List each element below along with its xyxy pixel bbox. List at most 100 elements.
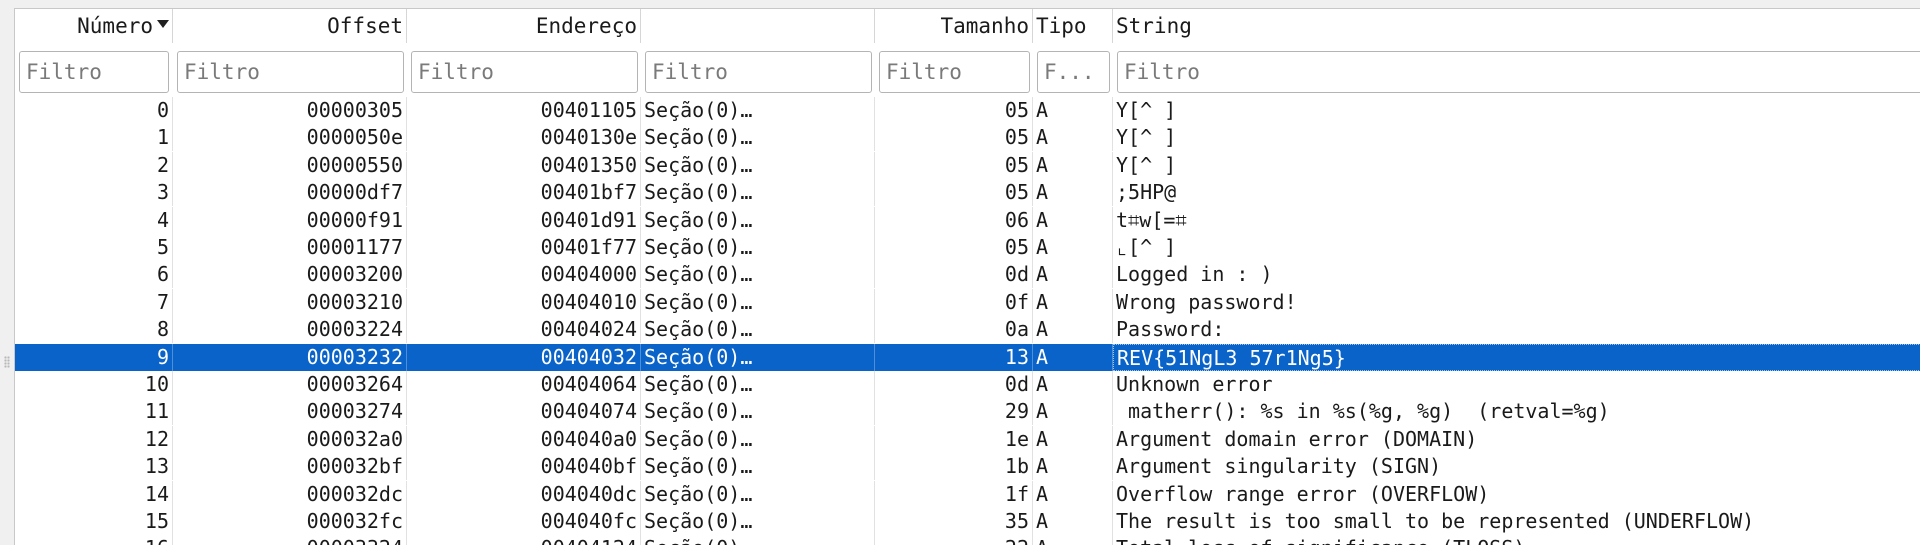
column-header-tamanho[interactable]: Tamanho	[875, 9, 1033, 43]
cell-offset: 00000df7	[173, 179, 407, 207]
filter-input-secao[interactable]	[645, 51, 872, 93]
column-header-label: Endereço	[535, 14, 637, 38]
cell-string: Argument singularity (SIGN)	[1116, 454, 1442, 479]
table-row[interactable]: 11 00003274 00404074 Seção(0)… 29 A matherr()…	[15, 398, 1920, 426]
cell-offset: 00000550	[173, 151, 407, 179]
cell-string: Overflow range error (OVERFLOW)	[1116, 481, 1490, 506]
cell-secao: Seção(0)…	[641, 288, 875, 316]
cell-numero: 9	[15, 343, 173, 371]
filter-input-numero[interactable]	[19, 51, 169, 93]
cell-secao: Seção(0)…	[641, 371, 875, 398]
cell-tamanho: 05	[875, 124, 1033, 152]
cell-endereco: 004040dc	[407, 480, 641, 508]
table-header: Número Offset Endereço Tamanho Tipo Stri…	[15, 9, 1920, 44]
cell-endereco: 004040fc	[407, 508, 641, 535]
cell-numero: 14	[15, 480, 173, 508]
cell-tipo: A	[1033, 343, 1113, 371]
filter-input-string[interactable]	[1117, 51, 1920, 93]
cell-tipo: A	[1033, 206, 1113, 234]
column-header-numero[interactable]: Número	[15, 9, 173, 43]
cell-offset: 00001177	[173, 234, 407, 261]
cell-tipo: A	[1033, 179, 1113, 207]
cell-endereco: 00401bf7	[407, 179, 641, 207]
cell-tamanho: 0f	[875, 288, 1033, 316]
table-row[interactable]: 14 000032dc 004040dc Seção(0)… 1f A Overflow r…	[15, 480, 1920, 508]
cell-numero: 13	[15, 453, 173, 481]
cell-numero: 7	[15, 288, 173, 316]
table-row[interactable]: 4 00000f91 00401d91 Seção(0)… 06 At⌗w[=⌗	[15, 206, 1920, 234]
cell-tamanho: 05	[875, 97, 1033, 124]
cell-tamanho: 05	[875, 179, 1033, 207]
cell-string: Password:	[1116, 317, 1225, 342]
cell-offset: 000032dc	[173, 480, 407, 508]
cell-tamanho: 05	[875, 234, 1033, 261]
cell-tipo: A	[1033, 261, 1113, 289]
sort-down-arrow-icon	[157, 20, 169, 28]
cell-secao: Seção(0)…	[641, 480, 875, 508]
cell-tamanho: 1b	[875, 453, 1033, 481]
cell-endereco: 00404074	[407, 398, 641, 426]
filter-row	[15, 43, 1920, 95]
table-row[interactable]: 1 0000050e 0040130e Seção(0)… 05 A Y[^ ]	[15, 124, 1920, 152]
column-header-label: Offset	[327, 14, 403, 38]
filter-input-endereco[interactable]	[411, 51, 638, 93]
cell-numero: 1	[15, 124, 173, 152]
cell-numero: 6	[15, 261, 173, 289]
table-row[interactable]: 15 000032fc 004040fc Seção(0)… 35 A The result…	[15, 508, 1920, 535]
table-row[interactable]: 9 00003232 00404032 Seção(0)… 13 A REV{51NgL3 …	[15, 343, 1920, 371]
table-row[interactable]: 0 00000305 00401105 Seção(0)… 05 A Y[^ ]	[15, 97, 1920, 124]
cell-offset: 00000f91	[173, 206, 407, 234]
cell-string: ⌞[^ ]	[1116, 235, 1177, 259]
cell-numero: 15	[15, 508, 173, 535]
column-header-offset[interactable]: Offset	[173, 9, 407, 43]
cell-tamanho: 0a	[875, 316, 1033, 344]
column-header-label: Número	[77, 14, 153, 38]
cell-string: t⌗w[=⌗	[1116, 207, 1187, 232]
cell-string: The result is too small to be represente…	[1116, 509, 1755, 533]
table-row[interactable]: 6 00003200 00404000 Seção(0)… 0d A Logged in :…	[15, 261, 1920, 289]
filter-input-tamanho[interactable]	[879, 51, 1030, 93]
cell-secao: Seção(0)…	[641, 316, 875, 344]
cell-endereco: 00401105	[407, 97, 641, 124]
filter-input-tipo[interactable]	[1037, 51, 1110, 93]
cell-numero: 3	[15, 179, 173, 207]
table-row[interactable]: 3 00000df7 00401bf7 Seção(0)… 05 A ;5HP@	[15, 179, 1920, 207]
cell-string: REV{51NgL3 57r1Ng5}	[1113, 343, 1920, 371]
table-row[interactable]: 10 00003264 00404064 Seção(0)… 0d A Unknown er…	[15, 371, 1920, 398]
filter-input-offset[interactable]	[177, 51, 404, 93]
splitter-grip-icon[interactable]	[4, 356, 10, 368]
cell-endereco: 00404010	[407, 288, 641, 316]
column-header-endereco[interactable]: Endereço	[407, 9, 641, 43]
column-header-string[interactable]: String	[1113, 9, 1920, 43]
column-header-tipo[interactable]: Tipo	[1033, 9, 1113, 43]
cell-tipo: A	[1033, 97, 1113, 124]
cell-string: Y[^ ]	[1116, 125, 1177, 150]
table-row[interactable]: 12 000032a0 004040a0 Seção(0)… 1e A Argument d…	[15, 425, 1920, 453]
cell-secao: Seção(0)…	[641, 508, 875, 535]
table-row[interactable]: 2 00000550 00401350 Seção(0)… 05 A Y[^ ]	[15, 151, 1920, 179]
cell-tamanho: 05	[875, 151, 1033, 179]
table-row[interactable]: 7 00003210 00404010 Seção(0)… 0f A Wrong passw…	[15, 288, 1920, 316]
cell-endereco: 00401350	[407, 151, 641, 179]
cell-string: Y[^ ]	[1116, 98, 1177, 122]
cell-tamanho: 0d	[875, 261, 1033, 289]
cell-numero: 8	[15, 316, 173, 344]
cell-tipo: A	[1033, 425, 1113, 453]
cell-endereco: 00404000	[407, 261, 641, 289]
cell-endereco: 00404032	[407, 343, 641, 371]
cell-secao: Seção(0)…	[641, 425, 875, 453]
cell-tipo: A	[1033, 316, 1113, 344]
cell-offset: 000032a0	[173, 425, 407, 453]
cell-secao: Seção(0)…	[641, 343, 875, 371]
cell-offset: 00003210	[173, 288, 407, 316]
column-header-secao[interactable]	[641, 9, 875, 43]
table-row[interactable]: 13 000032bf 004040bf Seção(0)… 1b A Argument s…	[15, 453, 1920, 481]
table-row[interactable]: 8 00003224 00404024 Seção(0)… 0a A Password:	[15, 316, 1920, 344]
cell-endereco: 00401d91	[407, 206, 641, 234]
cell-secao: Seção(0)…	[641, 124, 875, 152]
table-row[interactable]: 5 00001177 00401f77 Seção(0)… 05 A ⌞[^ ]	[15, 234, 1920, 261]
cell-endereco: 00404024	[407, 316, 641, 344]
cell-tipo: A	[1033, 453, 1113, 481]
cell-tamanho: 13	[875, 343, 1033, 371]
cell-endereco: 004040bf	[407, 453, 641, 481]
